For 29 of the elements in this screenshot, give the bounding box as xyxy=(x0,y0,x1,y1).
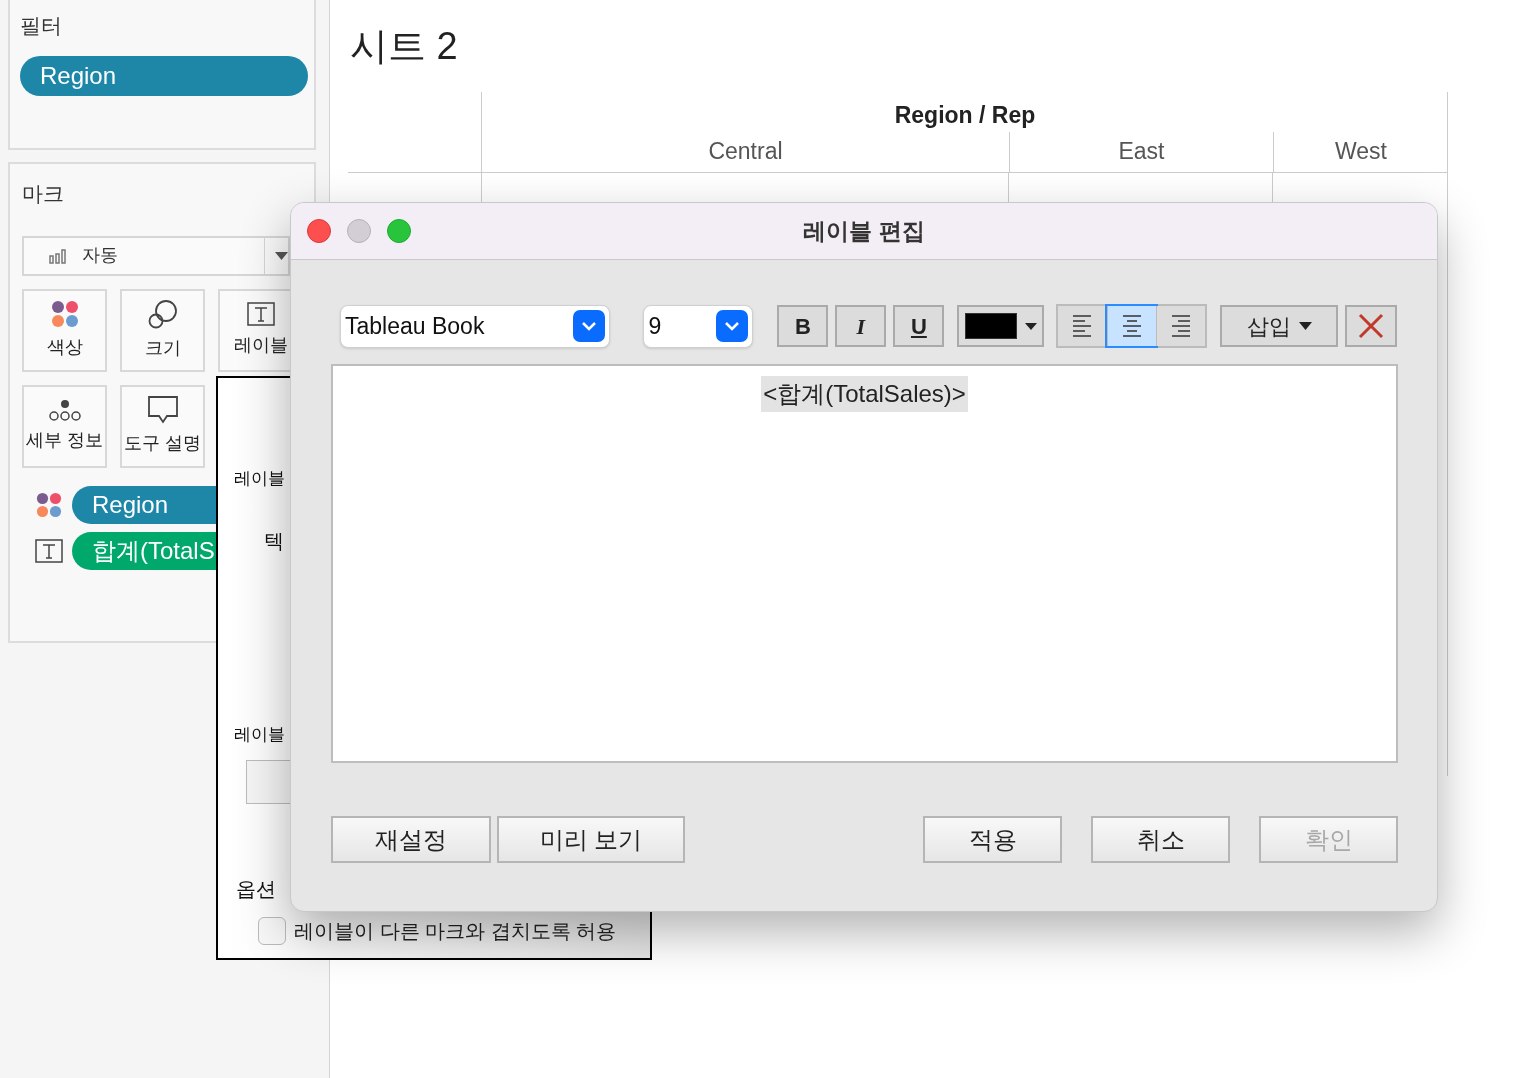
dialog-title: 레이블 편집 xyxy=(803,216,925,246)
italic-button[interactable]: I xyxy=(835,305,887,347)
underline-button[interactable]: U xyxy=(893,305,945,347)
dialog-button[interactable]: 취소 xyxy=(1091,816,1230,863)
filter-pill[interactable]: Region xyxy=(20,55,308,96)
mark-card[interactable]: 크기 xyxy=(120,288,205,372)
sheet-title: 시트 2 xyxy=(350,24,458,69)
font-size-dropdown[interactable]: 9 xyxy=(643,304,754,348)
label-marks-heading: 레이블 xyxy=(234,724,285,746)
label-text-editor[interactable]: <합계(TotalSales)> xyxy=(331,364,1398,763)
font-dropdown[interactable]: Tableau Book xyxy=(340,304,611,348)
overlap-option-label: 레이블이 다른 마크와 겹치도록 허용 xyxy=(294,919,617,944)
mark-type-dropdown[interactable]: 자동 xyxy=(22,235,290,276)
mark-card[interactable]: 색상 xyxy=(22,288,107,372)
mark-card[interactable]: 세부 정보 xyxy=(22,384,107,468)
insert-button[interactable]: 삽입 xyxy=(1219,305,1339,347)
column-header: Central xyxy=(708,136,783,166)
dialog-button[interactable]: 적용 xyxy=(923,816,1062,863)
bold-button[interactable]: B xyxy=(777,305,829,347)
column-header: East xyxy=(1118,136,1165,166)
field-token: <합계(TotalSales)> xyxy=(761,376,968,412)
marks-title: 마크 xyxy=(22,181,64,207)
options-heading: 옵션 xyxy=(236,877,276,902)
column-header-title: Region / Rep xyxy=(894,100,1036,130)
dialog-button[interactable]: 미리 보기 xyxy=(497,816,685,863)
mark-card[interactable]: 도구 설명 xyxy=(120,384,205,468)
filters-title: 필터 xyxy=(20,13,62,39)
column-header: West xyxy=(1335,136,1387,166)
dialog-button[interactable]: 재설정 xyxy=(331,816,491,863)
